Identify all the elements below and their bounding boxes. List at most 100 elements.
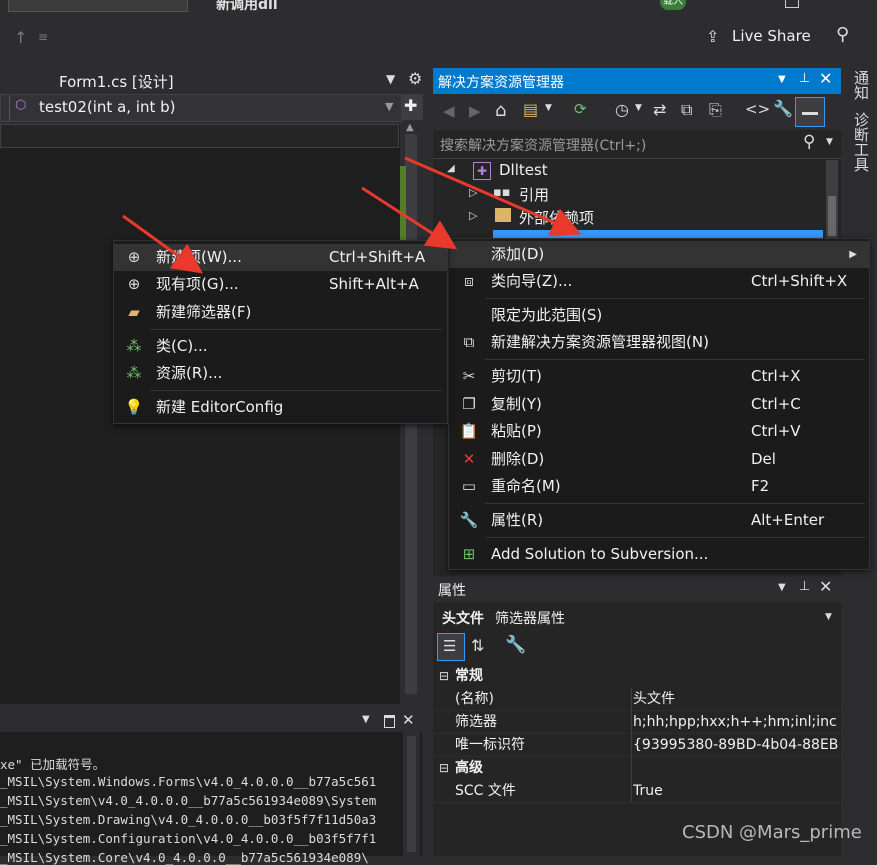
history-dropdown-icon[interactable]: ▼ bbox=[635, 103, 642, 113]
window-position-icon[interactable]: ▼ bbox=[778, 74, 786, 85]
live-share-icon[interactable]: ⇪ bbox=[706, 27, 719, 46]
menu-item-rename[interactable]: ▭ 重命名(M) F2 bbox=[449, 473, 869, 500]
document-tab-title[interactable]: Form1.cs [设计] bbox=[59, 71, 174, 92]
property-row[interactable]: (名称) 头文件 bbox=[433, 688, 841, 711]
category-general[interactable]: ⊟ 常规 bbox=[433, 665, 841, 687]
references-icon: ▪▪ bbox=[493, 185, 511, 200]
tab-diagnostic-tools[interactable]: 诊断工具 bbox=[846, 112, 872, 172]
type-dropdown-edge[interactable] bbox=[1, 95, 10, 121]
feedback-icon[interactable]: ⚲ bbox=[836, 24, 849, 45]
menu-separator bbox=[485, 359, 865, 360]
collapse-icon[interactable]: ⊟ bbox=[439, 665, 449, 687]
search-box[interactable] bbox=[8, 0, 188, 12]
menu-item-label: 复制(Y) bbox=[491, 395, 542, 413]
property-row[interactable]: 筛选器 h;hh;hpp;hxx;h++;hm;inl;inc;i bbox=[433, 711, 841, 734]
collapsed-arrow-icon[interactable]: ▷ bbox=[469, 186, 477, 199]
gear-icon[interactable]: ⚙ bbox=[408, 69, 422, 88]
menu-item-label: 新建解决方案资源管理器视图(N) bbox=[491, 333, 709, 351]
property-row[interactable]: 唯一标识符 {93995380-89BD-4b04-88EB- bbox=[433, 734, 841, 757]
pending-changes-icon[interactable]: ⟳ bbox=[574, 100, 587, 118]
property-pages-icon[interactable]: 🔧 bbox=[505, 635, 526, 655]
solution-explorer-scrollbar[interactable] bbox=[826, 160, 838, 240]
selected-tree-item[interactable] bbox=[493, 230, 823, 238]
menu-item-properties[interactable]: 🔧 属性(R) Alt+Enter bbox=[449, 507, 869, 534]
submenu-item-new-filter[interactable]: ▰ 新建筛选器(F) bbox=[114, 299, 447, 326]
collapse-icon[interactable]: ⊟ bbox=[439, 757, 449, 779]
tree-item-references[interactable]: 引用 bbox=[519, 184, 549, 205]
solution-explorer-search[interactable]: 搜索解决方案资源管理器(Ctrl+;) ⚲ ▼ bbox=[433, 130, 841, 159]
submenu-item-existing-item[interactable]: ⊕ 现有项(G)... Shift+Alt+A bbox=[114, 271, 447, 298]
property-row[interactable]: SCC 文件 True bbox=[433, 780, 841, 803]
split-editor-button[interactable]: ✚ bbox=[401, 94, 423, 120]
watermark: CSDN @Mars_prime bbox=[682, 822, 862, 843]
add-submenu: ⊕ 新建项(W)... Ctrl+Shift+A ⊕ 现有项(G)... Shi… bbox=[113, 240, 448, 424]
wrench-icon: 🔧 bbox=[459, 511, 479, 529]
scrollbar-thumb[interactable] bbox=[407, 736, 416, 852]
tree-item-external-deps[interactable]: 外部依赖项 bbox=[519, 207, 594, 228]
close-icon[interactable]: ✕ bbox=[819, 577, 832, 596]
property-value[interactable]: 头文件 bbox=[633, 688, 838, 710]
window-position-icon[interactable]: ▼ bbox=[778, 582, 786, 593]
live-share-button[interactable]: Live Share bbox=[732, 27, 811, 45]
property-value[interactable]: {93995380-89BD-4b04-88EB- bbox=[633, 734, 838, 756]
category-advanced[interactable]: ⊟ 高级 bbox=[433, 757, 841, 779]
search-icon[interactable]: ⚲ bbox=[803, 132, 815, 152]
user-badge[interactable]: 载入 bbox=[660, 0, 686, 10]
pin-icon[interactable]: ⊥ bbox=[799, 579, 810, 594]
property-grid-divider[interactable] bbox=[631, 688, 632, 802]
menu-item-paste[interactable]: 📋 粘贴(P) Ctrl+V bbox=[449, 418, 869, 445]
menu-item-cut[interactable]: ✂ 剪切(T) Ctrl+X bbox=[449, 363, 869, 390]
menu-item-copy[interactable]: ❐ 复制(Y) Ctrl+C bbox=[449, 391, 869, 418]
scrollbar-thumb[interactable] bbox=[828, 196, 836, 236]
object-selector[interactable]: 头文件 筛选器属性 ▼ bbox=[433, 604, 841, 630]
close-icon[interactable]: ✕ bbox=[819, 69, 832, 88]
submenu-item-resource[interactable]: ⁂ 资源(R)... bbox=[114, 360, 447, 387]
view-code-icon[interactable]: <> bbox=[745, 100, 770, 118]
tab-notifications[interactable]: 通知 bbox=[846, 70, 872, 100]
scroll-up-icon[interactable]: ▲ bbox=[406, 122, 414, 133]
menu-item-scope-to-this[interactable]: 限定为此范围(S) bbox=[449, 302, 869, 329]
back-icon[interactable]: ◀ bbox=[443, 102, 455, 120]
member-dropdown[interactable]: ⬡ test02(int a, int b) ▼ bbox=[0, 94, 402, 122]
collapsed-arrow-icon[interactable]: ▷ bbox=[469, 209, 477, 222]
switch-views-icon[interactable]: ▤ bbox=[523, 100, 538, 119]
alphabetical-icon[interactable]: ⇅ bbox=[471, 636, 484, 655]
menu-item-new-view[interactable]: ⧉ 新建解决方案资源管理器视图(N) bbox=[449, 329, 869, 356]
submenu-item-new-item[interactable]: ⊕ 新建项(W)... Ctrl+Shift+A bbox=[114, 244, 447, 271]
history-icon[interactable]: ◷ bbox=[615, 100, 629, 119]
categorized-button[interactable]: ☰ bbox=[437, 633, 465, 661]
window-position-icon[interactable]: ▼ bbox=[362, 714, 370, 725]
property-value[interactable]: True bbox=[633, 780, 838, 802]
property-value[interactable]: h;hh;hpp;hxx;h++;hm;inl;inc;i bbox=[633, 711, 838, 733]
restore-icon[interactable] bbox=[785, 0, 799, 8]
submenu-item-class[interactable]: ⁂ 类(C)... bbox=[114, 333, 447, 360]
maximize-icon[interactable] bbox=[384, 715, 395, 728]
submenu-item-new-editorconfig[interactable]: 💡 新建 EditorConfig bbox=[114, 394, 447, 421]
menu-item-add[interactable]: 添加(D) ▶ bbox=[449, 241, 869, 268]
object-name: 头文件 bbox=[442, 611, 484, 627]
search-options-icon[interactable]: ▼ bbox=[826, 137, 833, 147]
search-input[interactable]: 搜索解决方案资源管理器(Ctrl+;) bbox=[440, 135, 646, 155]
expanded-arrow-icon[interactable]: ◢ bbox=[447, 163, 455, 174]
menu-item-class-wizard[interactable]: ⧈ 类向导(Z)... Ctrl+Shift+X bbox=[449, 268, 869, 295]
menu-item-label: 重命名(M) bbox=[491, 477, 561, 495]
wrench-icon[interactable]: 🔧 bbox=[773, 99, 793, 118]
arrow-up-icon[interactable]: ↑ bbox=[14, 28, 27, 47]
toolbar-dropdown-icon[interactable]: ≡ bbox=[38, 30, 48, 44]
switch-views-dropdown-icon[interactable]: ▼ bbox=[545, 103, 552, 113]
menu-item-add-to-subversion[interactable]: ⊞ Add Solution to Subversion... bbox=[449, 541, 869, 568]
tree-item-project[interactable]: Dlltest bbox=[499, 161, 548, 179]
pin-icon[interactable]: ⊥ bbox=[799, 71, 810, 86]
sync-icon[interactable]: ⇄ bbox=[653, 100, 666, 119]
preview-selected-button[interactable] bbox=[795, 97, 825, 127]
close-icon[interactable]: ✕ bbox=[402, 711, 415, 729]
output-scrollbar[interactable] bbox=[403, 732, 420, 856]
collapse-all-icon[interactable]: ⧉ bbox=[681, 100, 692, 120]
show-all-files-icon[interactable]: ⎘ bbox=[709, 100, 722, 120]
menu-item-delete[interactable]: ✕ 删除(D) Del bbox=[449, 446, 869, 473]
menu-item-label: 类向导(Z)... bbox=[491, 272, 573, 290]
tab-list-dropdown-icon[interactable]: ▼ bbox=[386, 72, 395, 86]
home-icon[interactable]: ⌂ bbox=[495, 100, 506, 121]
forward-icon[interactable]: ▶ bbox=[469, 102, 481, 120]
property-name: SCC 文件 bbox=[455, 783, 516, 799]
